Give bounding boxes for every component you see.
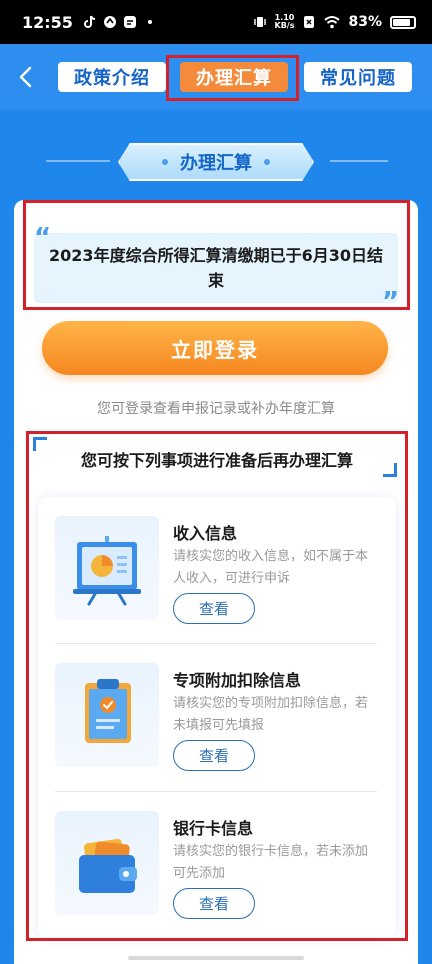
more-dots-icon	[147, 20, 152, 24]
battery-percent: 83%	[348, 14, 382, 30]
item-desc: 请核实您的银行卡信息，若未添加可先添加	[173, 844, 369, 881]
app-icon	[103, 16, 116, 28]
status-right: 1.10 KB/s 83%	[253, 14, 416, 30]
list-item-deduction: 专项附加扣除信息 请核实您的专项附加扣除信息，若未填报可先填报 查看	[55, 663, 380, 793]
tab-handle-settlement[interactable]: 办理汇算	[180, 62, 288, 92]
view-income-button[interactable]: 查看	[173, 593, 255, 624]
wallet-icon	[55, 811, 159, 915]
status-bar: 12:55 1.10 KB/s 83%	[0, 0, 432, 44]
item-title: 专项附加扣除信息	[173, 671, 302, 690]
prep-title: 您可按下列事项进行准备后再办理汇算	[80, 451, 353, 470]
vibrate-icon	[253, 17, 266, 27]
wifi-icon	[324, 16, 341, 29]
status-time: 12:55	[22, 12, 73, 32]
net-speed-unit: KB/s	[274, 21, 295, 30]
divider	[55, 791, 377, 792]
chevron-left-icon	[19, 66, 32, 88]
tab-faq[interactable]: 常见问题	[304, 62, 412, 92]
item-desc: 请核实您的专项附加扣除信息，若未填报可先填报	[173, 696, 369, 733]
presentation-chart-icon	[55, 516, 159, 620]
battery-icon	[390, 15, 416, 29]
notice-box: 2023年度综合所得汇算清缴期已于6月30日结束	[34, 233, 398, 303]
title-line-left	[46, 160, 110, 162]
list-item-bank-card: 银行卡信息 请核实您的银行卡信息，若未添加可先添加 查看	[55, 811, 380, 941]
login-hint: 您可登录查看申报记录或补办年度汇算	[97, 401, 335, 417]
net-speed: 1.10 KB/s	[275, 14, 295, 30]
badge-dot-right	[264, 159, 270, 165]
tiktok-icon	[83, 15, 95, 28]
divider	[55, 643, 377, 644]
item-desc: 请核实您的收入信息，如不属于本人收入，可进行申诉	[173, 549, 369, 586]
list-item-income: 收入信息 请核实您的收入信息，如不属于本人收入，可进行申诉 查看	[55, 516, 380, 646]
view-deduction-button[interactable]: 查看	[173, 740, 255, 771]
view-bank-card-button[interactable]: 查看	[173, 888, 255, 919]
home-indicator	[128, 956, 304, 960]
sim-icon	[304, 16, 315, 28]
status-left: 12:55	[22, 13, 157, 32]
notification-icons	[83, 15, 157, 29]
quote-open-icon: “	[34, 223, 52, 253]
quote-close-icon: ”	[382, 287, 400, 317]
notice-text: 2023年度综合所得汇算清缴期已于6月30日结束	[49, 246, 383, 290]
item-title: 银行卡信息	[173, 819, 254, 838]
item-title: 收入信息	[173, 524, 238, 543]
clipboard-check-icon	[55, 663, 159, 767]
tab-policy-intro[interactable]: 政策介绍	[58, 62, 166, 92]
badge-dot-left	[162, 159, 168, 165]
login-button[interactable]: 立即登录	[42, 321, 388, 375]
header: 政策介绍 办理汇算 常见问题	[0, 44, 432, 110]
section-title-badge: 办理汇算	[118, 143, 314, 181]
section-title: 办理汇算	[180, 153, 252, 174]
back-button[interactable]	[10, 62, 40, 92]
message-icon	[123, 16, 136, 28]
title-line-right	[330, 160, 388, 162]
